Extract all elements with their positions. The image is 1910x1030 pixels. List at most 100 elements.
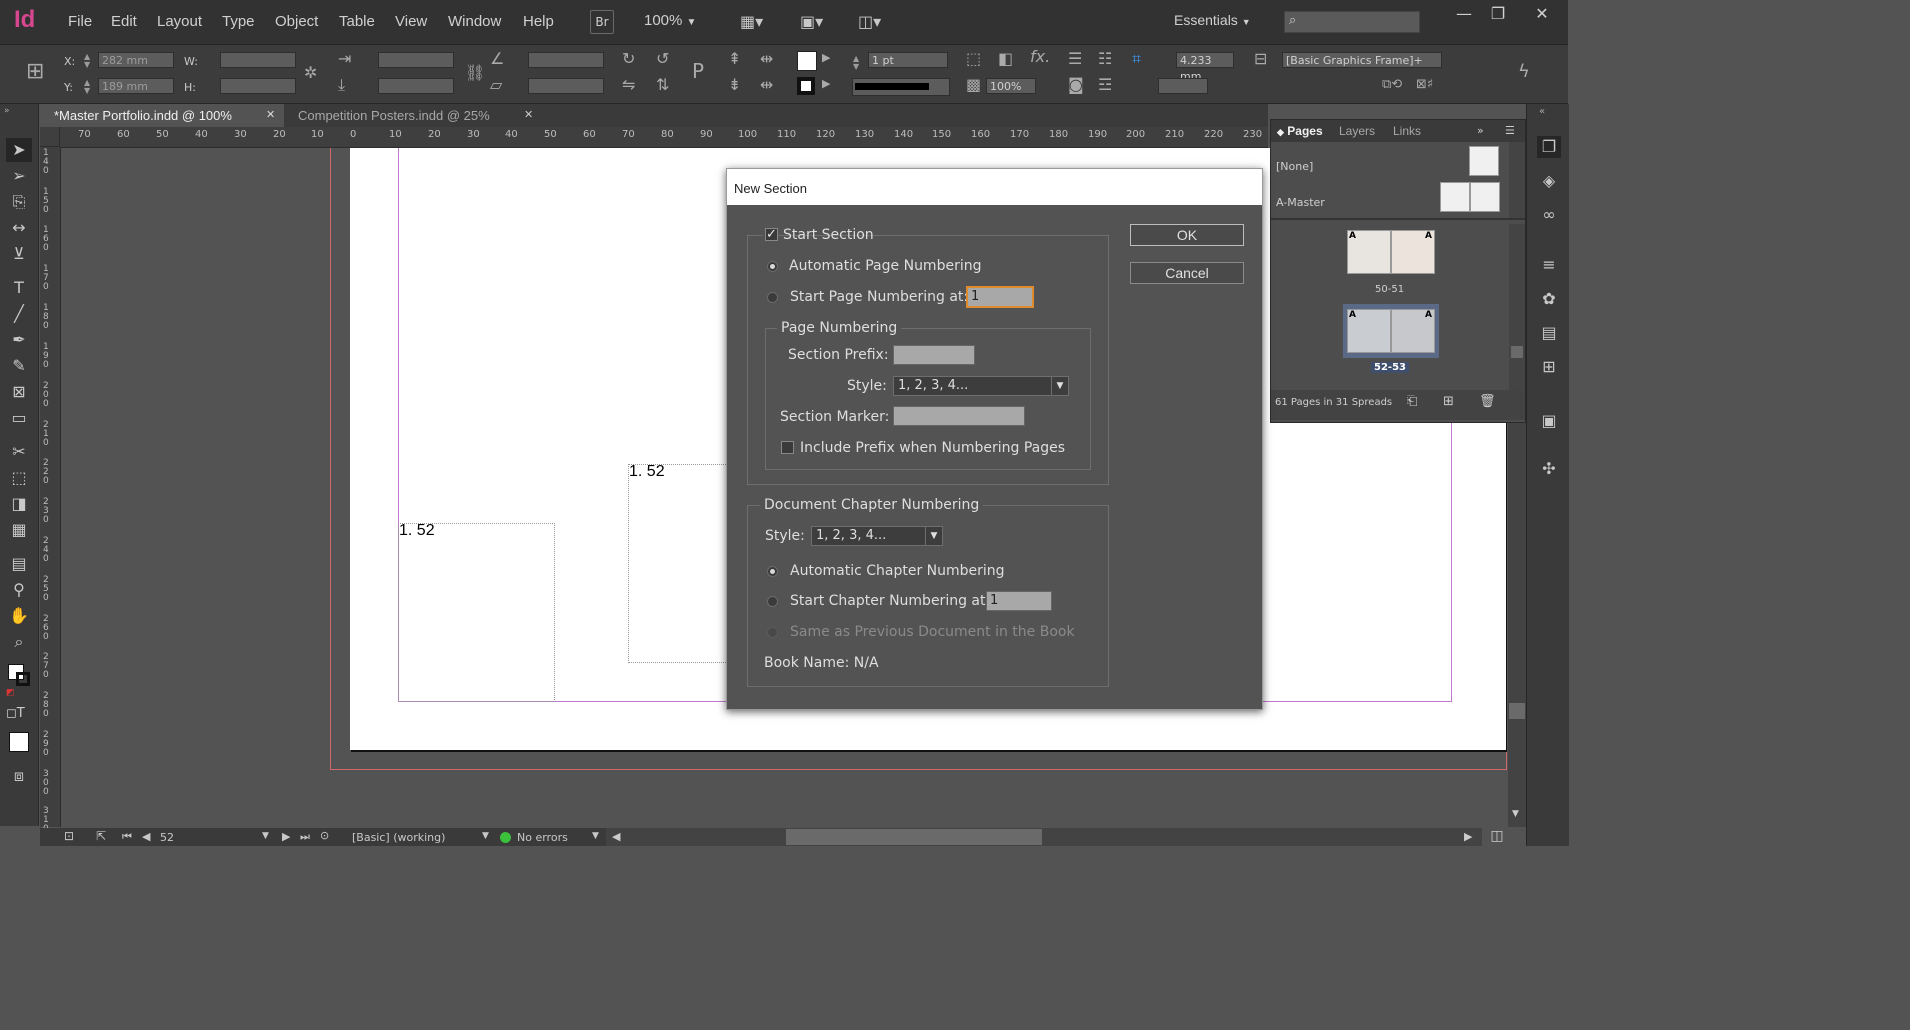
spread-52-left-thumbnail[interactable]: A [1347, 309, 1391, 353]
chevron-down-icon[interactable]: ▼ [262, 831, 269, 841]
y-position-field[interactable]: 189 mm [98, 78, 174, 94]
ok-button[interactable]: OK [1130, 224, 1244, 246]
menu-type[interactable]: Type [222, 13, 255, 30]
page-style-select[interactable]: 1, 2, 3, 4... ▼ [893, 376, 1069, 396]
color-panel-icon[interactable]: ✿ [1537, 288, 1561, 310]
clear-overrides-icon[interactable]: ⧉⟲ [1382, 77, 1402, 92]
horizontal-scrollbar[interactable]: ◀ ▶ [606, 828, 1482, 846]
scale-x-field[interactable] [378, 52, 454, 68]
scale-y-field[interactable] [378, 78, 454, 94]
dialog-titlebar[interactable]: New Section [727, 169, 1262, 205]
view-options-icon[interactable]: ▦▾ [740, 12, 763, 31]
rotate-ccw-icon[interactable]: ↺ [656, 49, 669, 68]
stroke-weight-field[interactable]: 1 pt [868, 52, 948, 68]
expand-dock-icon[interactable]: « [1539, 106, 1545, 117]
start-chapter-numbering-radio[interactable] [767, 596, 778, 607]
menu-table[interactable]: Table [339, 13, 375, 30]
auto-page-numbering-radio[interactable] [767, 261, 778, 272]
tab-pages[interactable]: ◆ Pages [1277, 124, 1323, 138]
start-section-checkbox-row[interactable]: ✓ Start Section [763, 225, 874, 247]
x-stepper-icon[interactable]: ▲ ▼ [84, 53, 90, 69]
spread-53-right-thumbnail[interactable]: A [1391, 309, 1435, 353]
eyedropper-tool-icon[interactable]: ⚲ [6, 578, 32, 602]
text-wrap-icon[interactable]: ⬚ [966, 49, 981, 68]
menu-layout[interactable]: Layout [157, 13, 202, 30]
transform-icon[interactable]: ✲ [304, 63, 317, 82]
stroke-panel-icon[interactable]: ≡ [1537, 254, 1561, 276]
align-bottom-icon[interactable]: ◙ [1068, 75, 1084, 94]
fill-swatch[interactable] [797, 51, 817, 71]
maximize-button[interactable]: ❐ [1482, 4, 1514, 24]
x-position-field[interactable]: 282 mm [98, 52, 174, 68]
first-page-icon[interactable]: ⏮ [122, 830, 132, 844]
menu-help[interactable]: Help [523, 13, 554, 30]
select-next-icon[interactable]: ⇹ [760, 75, 773, 94]
reference-point-icon[interactable]: ⊞ [26, 59, 44, 84]
height-field[interactable] [220, 78, 296, 94]
minimize-button[interactable]: — [1448, 4, 1480, 24]
select-content-icon[interactable]: ⇟ [728, 75, 741, 94]
start-page-numbering-radio[interactable] [767, 292, 778, 303]
split-window-icon[interactable]: ◫ [1486, 828, 1508, 846]
rectangle-tool-icon[interactable]: ▭ [6, 406, 32, 430]
a-master-left-thumbnail[interactable] [1440, 182, 1470, 212]
auto-chapter-numbering-radio[interactable] [767, 566, 778, 577]
table-panel-icon[interactable]: ⊞ [1537, 356, 1561, 378]
tab-master-portfolio[interactable]: *Master Portfolio.indd @ 100% ✕ [40, 104, 284, 127]
drop-shadow-icon[interactable]: ◧ [998, 49, 1013, 68]
bridge-button[interactable]: Br [590, 10, 614, 34]
gradient-swatch-tool-icon[interactable]: ◨ [6, 492, 32, 516]
select-container-icon[interactable]: ⇞ [728, 49, 741, 68]
workspace-switcher[interactable]: Essentials ▼ [1174, 12, 1251, 28]
page-number-frame[interactable]: 1. 52 [398, 522, 555, 702]
tab-layers[interactable]: Layers [1339, 124, 1375, 138]
vertical-ruler[interactable]: 140 150 160 170 180 190 200 210 220 230 … [40, 147, 61, 834]
page-options-icon[interactable]: ⊙ [320, 829, 329, 842]
stroke-color-swatch[interactable] [16, 672, 30, 686]
arrange-documents-icon[interactable]: ◫▾ [858, 12, 881, 31]
panel-divider[interactable] [1271, 218, 1525, 220]
auto-page-numbering-label[interactable]: Automatic Page Numbering [789, 258, 981, 274]
y-stepper-icon[interactable]: ▲ ▼ [84, 79, 90, 95]
horizontal-scroll-thumb[interactable] [786, 829, 1042, 845]
rotation-field[interactable] [528, 52, 604, 68]
chevron-down-icon[interactable]: ▼ [592, 831, 599, 841]
content-collector-icon[interactable]: ⊻ [6, 242, 32, 266]
a-master-label[interactable]: A-Master [1276, 196, 1325, 209]
ruler-origin[interactable] [40, 127, 60, 147]
cc-libraries-icon[interactable]: ✣ [1537, 458, 1561, 480]
rectangle-frame-tool-icon[interactable]: ⊠ [6, 380, 32, 404]
last-page-icon[interactable]: ⏭ [300, 830, 310, 844]
tab-links[interactable]: Links [1393, 124, 1421, 138]
collapse-arrows-icon[interactable]: » [4, 106, 10, 116]
preview-icon[interactable]: ⊡ [64, 829, 74, 843]
none-master-thumbnail[interactable] [1469, 146, 1499, 176]
flip-horizontal-icon[interactable]: ⇋ [622, 75, 635, 94]
fitting-offset-field[interactable]: 4.233 mm [1176, 52, 1234, 83]
a-master-right-thumbnail[interactable] [1470, 182, 1500, 212]
fill-menu-icon[interactable]: ▶ [822, 51, 830, 64]
tab-competition-posters[interactable]: Competition Posters.indd @ 25% ✕ [284, 104, 542, 127]
selection-tool-icon[interactable]: ➤ [6, 138, 32, 162]
lightning-icon[interactable]: ϟ [1518, 61, 1530, 82]
stroke-weight-stepper-icon[interactable]: ▲ ▼ [853, 55, 859, 71]
justify-vertical-icon[interactable]: ☲ [1098, 75, 1112, 94]
apply-color-icon[interactable] [9, 732, 29, 752]
gap-tool-icon[interactable]: ↔ [6, 216, 32, 240]
scroll-down-icon[interactable]: ▼ [1512, 809, 1519, 819]
scroll-right-icon[interactable]: ▶ [1464, 830, 1472, 843]
close-window-button[interactable]: ✕ [1526, 4, 1558, 24]
zoom-level-dropdown[interactable]: 100% ▼ [644, 12, 696, 29]
masters-scrollbar[interactable] [1509, 142, 1525, 218]
type-tool-icon[interactable]: T [6, 276, 32, 300]
effects-icon[interactable]: fx. [1030, 47, 1050, 66]
next-page-icon[interactable]: ▶ [282, 830, 290, 843]
chevron-down-icon[interactable]: ▼ [482, 831, 489, 841]
menu-file[interactable]: File [68, 13, 92, 30]
cancel-button[interactable]: Cancel [1130, 262, 1244, 284]
page-number-frame[interactable]: 1. 52 [628, 463, 728, 663]
start-chapter-number-input[interactable]: 1 [986, 591, 1052, 611]
spread-50-left-thumbnail[interactable]: A [1347, 230, 1391, 274]
screen-mode-normal-icon[interactable]: ⧈ [6, 764, 32, 788]
scissors-tool-icon[interactable]: ✂ [6, 440, 32, 464]
